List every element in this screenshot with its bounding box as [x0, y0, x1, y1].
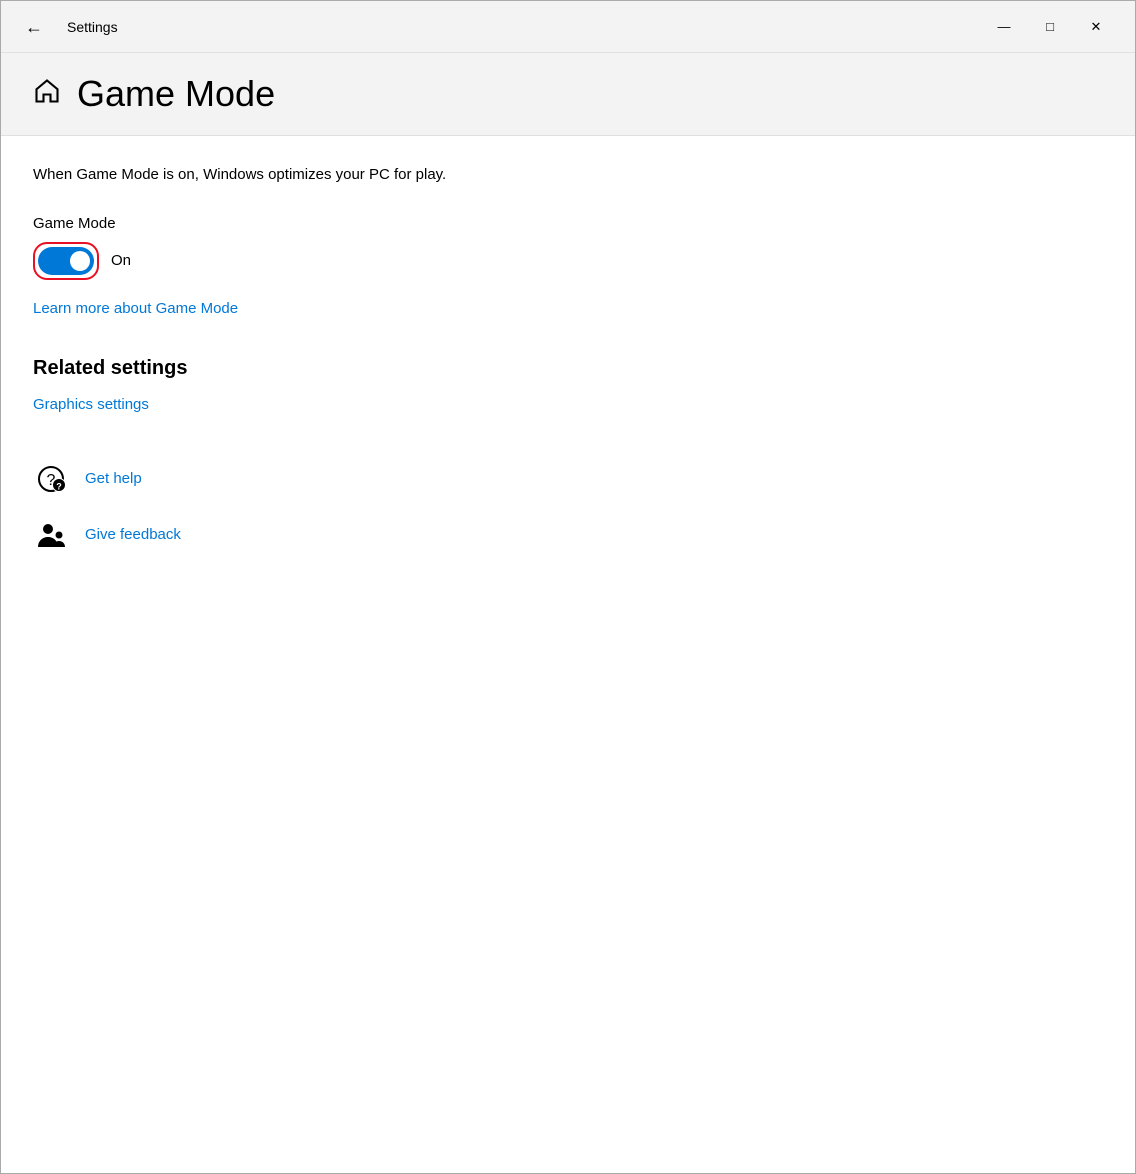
title-bar-title: Settings — [67, 19, 981, 35]
get-help-icon: ? ? — [33, 461, 69, 497]
close-button[interactable]: ✕ — [1073, 11, 1119, 43]
toggle-highlight-border — [33, 242, 99, 280]
title-bar: ← Settings — □ ✕ — [1, 1, 1135, 53]
minimize-button[interactable]: — — [981, 11, 1027, 43]
home-icon — [33, 77, 61, 112]
game-mode-toggle[interactable] — [38, 247, 94, 275]
learn-more-link[interactable]: Learn more about Game Mode — [33, 300, 238, 317]
svg-text:?: ? — [56, 481, 62, 491]
content-area: When Game Mode is on, Windows optimizes … — [1, 136, 1135, 1173]
window: ← Settings — □ ✕ Game Mode When Game Mod… — [0, 0, 1136, 1174]
related-settings-heading: Related settings — [33, 357, 1103, 380]
give-feedback-item[interactable]: Give feedback — [33, 517, 1103, 553]
give-feedback-icon — [33, 517, 69, 553]
maximize-button[interactable]: □ — [1027, 11, 1073, 43]
toggle-knob — [70, 251, 90, 271]
description-text: When Game Mode is on, Windows optimizes … — [33, 164, 1103, 187]
graphics-settings-link[interactable]: Graphics settings — [33, 396, 149, 413]
give-feedback-link[interactable]: Give feedback — [85, 526, 181, 543]
toggle-state-label: On — [111, 252, 131, 269]
game-mode-label: Game Mode — [33, 215, 1103, 232]
help-section: ? ? Get help — [33, 461, 1103, 553]
toggle-row: On — [33, 242, 1103, 280]
title-bar-controls: — □ ✕ — [981, 11, 1119, 43]
back-button[interactable]: ← — [17, 14, 51, 40]
get-help-link[interactable]: Get help — [85, 470, 142, 487]
page-header: Game Mode — [1, 53, 1135, 136]
page-title: Game Mode — [77, 73, 275, 115]
get-help-item[interactable]: ? ? Get help — [33, 461, 1103, 497]
